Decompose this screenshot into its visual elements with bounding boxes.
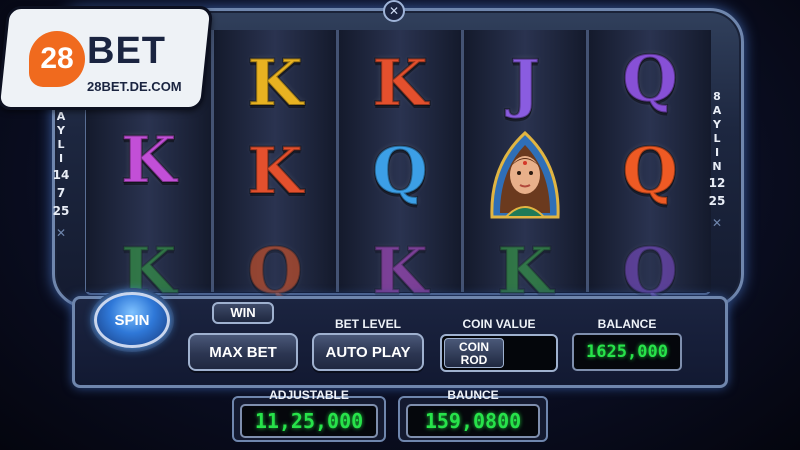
payline-letter: A [56,110,66,123]
paylines-right: 8 A Y L I N 12 25 ✕ [706,90,728,230]
balance-display: 1625,000 [572,333,682,371]
reel-2: K K Q [211,30,336,305]
brand-url: 28BET.DE.COM [87,79,182,94]
payline-number: 12 [708,176,726,190]
reel-symbol: Q [621,134,679,209]
bounce-display: 159,0800 [406,404,540,438]
bounce-label: BAUNCE [447,388,499,402]
payline-letter: L [713,132,721,145]
coin-value-display: COIN ROD [440,334,558,372]
payline-letter: I [58,152,64,165]
spin-button[interactable]: SPIN [94,292,170,348]
payline-number: 25 [708,194,726,208]
reel-symbol: K [246,134,304,209]
balance-label: BALANCE [597,317,657,331]
reel-symbol: Q [371,134,429,209]
win-indicator: WIN [212,302,274,324]
brand-badge[interactable]: 28 BET 28BET.DE.COM [0,6,214,110]
cross-icon: ✕ [55,226,67,240]
lady-portrait-icon [490,130,560,219]
payline-number: 7 [56,186,66,200]
payline-number: 25 [52,204,70,218]
payline-letter: 8 [713,90,721,103]
reel-3: K Q K [336,30,461,305]
max-bet-button[interactable]: MAX BET [188,333,298,371]
lady-portrait-symbol: lady [464,126,586,219]
reel-4: J lady K [461,30,586,305]
reel-symbol: K [120,123,178,198]
payline-letter: L [57,138,65,151]
adjustable-label: ADJUSTABLE [269,388,349,402]
brand-logo-word: BET [87,30,166,72]
coin-rod-button[interactable]: COIN ROD [444,338,504,368]
reel-symbol: J [509,46,541,121]
payline-letter: Y [713,118,721,131]
payline-letter: Y [57,124,65,137]
coin-value-label: COIN VALUE [462,317,536,331]
brand-logo-number: 28 [29,31,85,87]
auto-play-button[interactable]: AUTO PLAY [312,333,424,371]
reel-symbol: K [371,46,429,121]
cross-icon: ✕ [711,216,723,230]
payline-letter: N [712,160,722,173]
paylines-left: A Y L I 14 7 25 ✕ [50,110,72,240]
payline-letter: I [714,146,720,159]
adjustable-display: 11,25,000 [240,404,378,438]
coin-rod-line-2: ROD [460,353,488,367]
payline-number: 14 [52,168,70,182]
payline-letter: A [712,104,722,117]
bet-level-label: BET LEVEL [334,317,401,331]
reel-5: Q Q Q [586,30,711,305]
reel-symbol: K [246,46,304,121]
reel-symbol: Q [621,42,679,117]
ornament-x-icon: ✕ [383,0,405,22]
